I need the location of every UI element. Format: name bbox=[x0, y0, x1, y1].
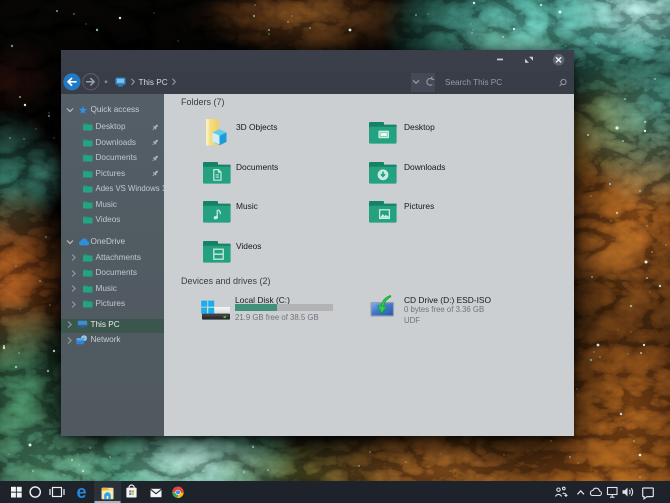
svg-text:e: e bbox=[77, 482, 87, 502]
